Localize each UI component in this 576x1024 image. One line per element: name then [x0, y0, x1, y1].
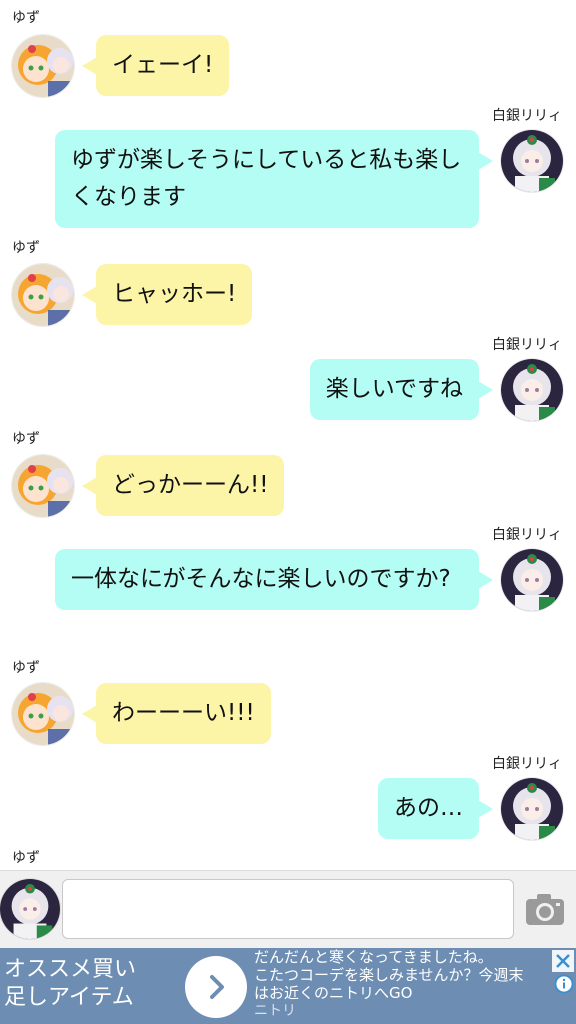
ad-headline-line: 足しアイテム: [4, 985, 134, 1010]
message-text: イェーイ!: [112, 52, 214, 78]
ad-body-line: こたつコーデを楽しみませんか？今週末: [254, 966, 524, 984]
message-text: 一体なにがそんなに楽しいのですか?: [71, 566, 451, 592]
sender-name-yuzu: ゆず: [12, 660, 40, 676]
yuzu-avatar[interactable]: [12, 455, 74, 517]
sender-name-lily: 白銀リリィ: [492, 756, 562, 772]
message-text: 楽しいですね: [325, 376, 463, 402]
message-composer: [0, 870, 576, 949]
message-text: あの…: [394, 795, 463, 821]
sender-name-yuzu: ゆず: [12, 431, 40, 447]
ad-brand: ニトリ: [254, 1003, 296, 1019]
info-icon[interactable]: [554, 974, 574, 994]
sender-name-yuzu: ゆず: [12, 240, 40, 256]
message-bubble: 楽しいですね: [309, 359, 494, 420]
message-bubble: イェーイ!: [81, 35, 230, 96]
message-bubble: あの…: [378, 778, 493, 839]
message-input[interactable]: [62, 879, 514, 939]
message-bubble: ヒャッホー!: [81, 264, 253, 325]
ad-body-line: はお近くのニトリへGO: [254, 984, 413, 1002]
ad-body-line: だんだんと寒くなってきましたね。: [254, 948, 493, 966]
ad-cta-button[interactable]: [185, 956, 247, 1018]
message-bubble: ゆずが楽しそうにしていると私も楽しくなります: [55, 130, 493, 228]
lily-avatar[interactable]: [501, 549, 563, 611]
sender-name-lily: 白銀リリィ: [492, 337, 562, 353]
chevron-right-icon: [210, 975, 224, 999]
ad-banner[interactable]: オススメ買い 足しアイテム だんだんと寒くなってきましたね。 こたつコーデを楽し…: [0, 948, 576, 1024]
message-bubble: 一体なにがそんなに楽しいのですか?: [55, 549, 493, 610]
ad-headline: オススメ買い 足しアイテム: [4, 956, 174, 1012]
lily-avatar[interactable]: [501, 359, 563, 421]
message-text: ヒャッホー!: [112, 281, 237, 307]
ad-headline-line: オススメ買い: [4, 957, 137, 982]
lily-avatar[interactable]: [501, 130, 563, 192]
sender-name-lily: 白銀リリィ: [492, 527, 562, 543]
message-bubble: どっかーーん!!: [81, 455, 285, 516]
message-text: わーーーい!!!: [112, 700, 255, 726]
message-bubble: わーーーい!!!: [82, 683, 271, 744]
camera-icon[interactable]: [524, 891, 566, 929]
yuzu-avatar[interactable]: [12, 35, 74, 97]
close-icon[interactable]: [552, 950, 574, 972]
lily-avatar[interactable]: [501, 778, 563, 840]
sender-name-yuzu: ゆず: [12, 10, 40, 26]
message-text: ゆずが楽しそうにしていると私も楽しくなります: [71, 147, 462, 210]
sender-name-yuzu: ゆず: [12, 850, 40, 866]
ad-body: だんだんと寒くなってきましたね。 こたつコーデを楽しみませんか？今週末 はお近く…: [254, 948, 554, 1020]
composer-avatar[interactable]: [0, 879, 60, 939]
yuzu-avatar[interactable]: [12, 683, 74, 745]
chat-log: ゆず イェーイ! 白銀リリィ ゆずが楽しそうにしていると私も楽しくなります ゆず…: [0, 0, 576, 870]
yuzu-avatar[interactable]: [12, 264, 74, 326]
message-text: どっかーーん!!: [112, 472, 269, 498]
sender-name-lily: 白銀リリィ: [492, 108, 562, 124]
